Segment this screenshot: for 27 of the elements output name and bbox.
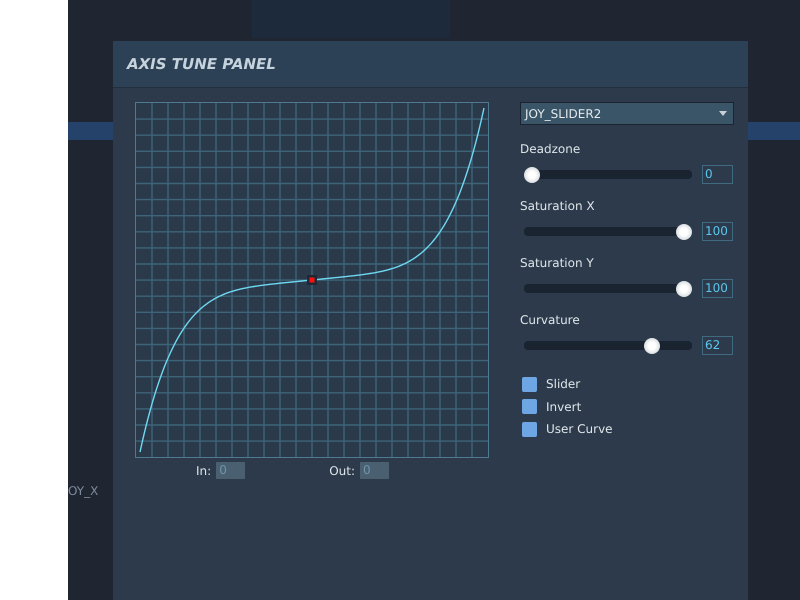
in-label: In: bbox=[196, 464, 212, 478]
checkbox[interactable] bbox=[522, 422, 537, 437]
out-label: Out: bbox=[329, 464, 355, 478]
slider-label: Curvature bbox=[520, 313, 581, 329]
checkbox[interactable] bbox=[522, 399, 537, 414]
slider-label: Saturation Y bbox=[520, 256, 595, 272]
background-label: OY_X bbox=[68, 484, 98, 498]
slider-label: Saturation X bbox=[520, 199, 596, 215]
slider-thumb[interactable] bbox=[676, 280, 692, 296]
caret-icon bbox=[719, 111, 727, 116]
value-field[interactable]: 100 bbox=[702, 222, 733, 241]
checkbox[interactable] bbox=[522, 376, 537, 392]
checkbox-label: Invert bbox=[546, 400, 582, 414]
panel-title: AXIS TUNE PANEL bbox=[127, 55, 276, 73]
slider-thumb[interactable] bbox=[524, 166, 540, 182]
slider-thumb[interactable] bbox=[676, 224, 692, 240]
slider-thumb[interactable] bbox=[644, 338, 660, 354]
value-field[interactable]: 0 bbox=[702, 165, 733, 184]
checkbox-label: User Curve bbox=[546, 422, 613, 436]
value-field[interactable]: 100 bbox=[702, 279, 733, 298]
slider-label: Deadzone bbox=[520, 142, 582, 158]
list-band bbox=[68, 122, 113, 140]
axis-dropdown[interactable]: JOY_SLIDER2 bbox=[520, 102, 734, 125]
value-field[interactable]: 62 bbox=[702, 336, 733, 355]
center-point-handle[interactable] bbox=[307, 275, 317, 285]
checkbox-label: Slider bbox=[546, 377, 580, 392]
list-band bbox=[748, 122, 800, 140]
